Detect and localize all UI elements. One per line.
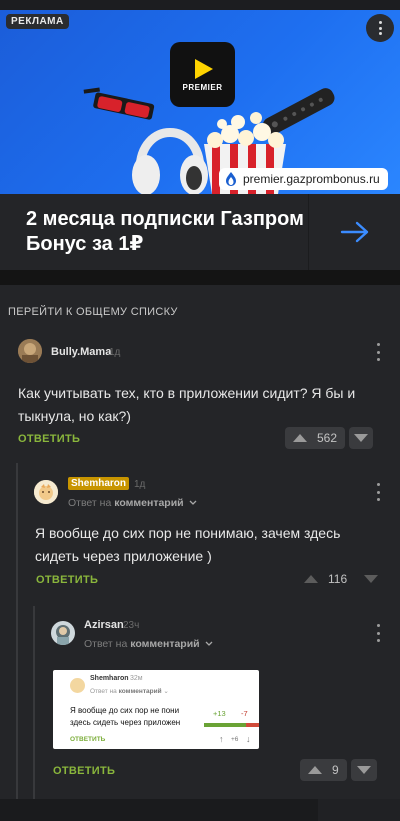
comment-time: 1д [134, 479, 146, 490]
attachment-avatar [70, 678, 85, 693]
attachment-reply-target: комментарий [118, 688, 162, 695]
chevron-down-icon [189, 500, 197, 505]
comment-menu-icon[interactable] [375, 343, 381, 361]
comment-author[interactable]: Azirsan [84, 619, 124, 631]
avatar[interactable] [34, 480, 58, 504]
reply-button[interactable]: ОТВЕТИТЬ [18, 433, 80, 445]
reply-button[interactable]: ОТВЕТИТЬ [53, 765, 115, 777]
attachment-reply-button: ОТВЕТИТЬ [70, 736, 106, 743]
attachment-rating-bar-negative [246, 723, 259, 727]
reply-to-target[interactable]: комментарий [130, 638, 199, 650]
attachment-plus: +13 [213, 709, 226, 718]
vote-controls: 9 [300, 759, 377, 781]
ad-arrow-button[interactable] [308, 194, 400, 270]
avatar-image [18, 339, 42, 363]
avatar-image [51, 621, 75, 645]
attachment-text-line: Я вообще до сих пор не пони [70, 706, 180, 715]
ad-site-text: premier.gazprombonus.ru [243, 172, 380, 186]
attachment-arrow-down-icon: ↓ [246, 734, 251, 744]
reply-to-link[interactable]: Ответ на комментарий [68, 497, 197, 509]
premier-logo: PREMIER [170, 42, 235, 107]
ad-title[interactable]: 2 месяца подписки Газпром Бонус за 1₽ [26, 207, 306, 257]
attachment-count: +6 [231, 736, 239, 743]
ad-footer[interactable]: 2 месяца подписки Газпром Бонус за 1₽ [0, 194, 400, 270]
upvote-button[interactable]: 9 [300, 759, 347, 781]
arrow-down-icon [356, 766, 371, 774]
back-to-list-link[interactable]: ПЕРЕЙТИ К ОБЩЕМУ СПИСКУ [8, 306, 178, 318]
upvote-button[interactable]: 116 [296, 568, 355, 590]
attachment-author: Shemharon [90, 675, 129, 682]
attachment-minus: -7 [241, 709, 248, 718]
ad-site-link[interactable]: premier.gazprombonus.ru [219, 168, 388, 190]
comment-text: Я вообще до сих пор не понимаю, зачем зд… [35, 525, 341, 564]
attachment-rating-bar-positive [204, 723, 246, 727]
comment-attachment-image[interactable]: Shemharon 32м Ответ на комментарий ⌄ Я в… [53, 670, 259, 749]
avatar[interactable] [51, 621, 75, 645]
ad-block[interactable]: РЕКЛАМА PREMIER premier.gazprombonus.ru … [0, 0, 400, 270]
comment-menu-icon[interactable] [375, 483, 381, 501]
chevron-down-icon [205, 641, 213, 646]
comment-author[interactable]: Shemharon [68, 477, 130, 490]
reply-to-prefix: Ответ на [84, 638, 128, 650]
premier-logo-text: PREMIER [182, 82, 223, 92]
thread-line[interactable] [16, 463, 18, 799]
more-vertical-icon [377, 21, 383, 35]
bottom-bar [0, 799, 400, 821]
vote-controls: 116 [296, 568, 383, 590]
comment-text: Как учитывать тех, кто в приложении сиди… [18, 385, 356, 424]
avatar-image [34, 480, 58, 504]
upvote-button[interactable]: 562 [285, 427, 346, 449]
reply-to-prefix: Ответ на [68, 497, 112, 509]
rating-count: 116 [328, 572, 348, 586]
ad-badge: РЕКЛАМА [6, 14, 69, 29]
downvote-button[interactable] [359, 568, 383, 590]
vote-controls: 562 [285, 427, 374, 449]
attachment-arrow-up-icon: ↑ [219, 734, 224, 744]
reply-button[interactable]: ОТВЕТИТЬ [36, 574, 98, 586]
arrow-down-icon [354, 434, 369, 442]
comment-menu-icon[interactable] [375, 624, 381, 642]
attachment-text-line: здесь сидеть через приложен [70, 718, 181, 727]
ad-menu-button[interactable] [366, 14, 394, 42]
downvote-button[interactable] [350, 759, 377, 781]
arrow-up-icon [308, 766, 322, 774]
arrow-up-icon [304, 575, 318, 583]
attachment-time: 32м [130, 675, 143, 682]
avatar[interactable] [18, 339, 42, 363]
play-icon [194, 58, 213, 79]
comment-time: 1д [109, 347, 121, 358]
comment-time: 23ч [123, 620, 140, 631]
rating-count: 562 [317, 431, 338, 445]
gazprom-flame-icon [226, 172, 236, 186]
downvote-button[interactable] [349, 427, 374, 449]
attachment-reply-to: Ответ на комментарий ⌄ [90, 687, 169, 695]
reply-to-link[interactable]: Ответ на комментарий [84, 638, 213, 650]
thread-line[interactable] [33, 606, 35, 799]
rating-count: 9 [332, 763, 339, 777]
comment-author[interactable]: Bully.Mama [51, 346, 111, 358]
attachment-text: Я вообще до сих пор не пони здесь сидеть… [70, 705, 220, 729]
arrow-down-icon [364, 575, 379, 583]
arrow-up-icon [293, 434, 307, 442]
attachment-reply-prefix: Ответ на [90, 688, 117, 695]
arrow-right-icon [340, 221, 368, 243]
reply-to-target[interactable]: комментарий [114, 497, 183, 509]
attachment-chevron-icon: ⌄ [163, 688, 169, 695]
